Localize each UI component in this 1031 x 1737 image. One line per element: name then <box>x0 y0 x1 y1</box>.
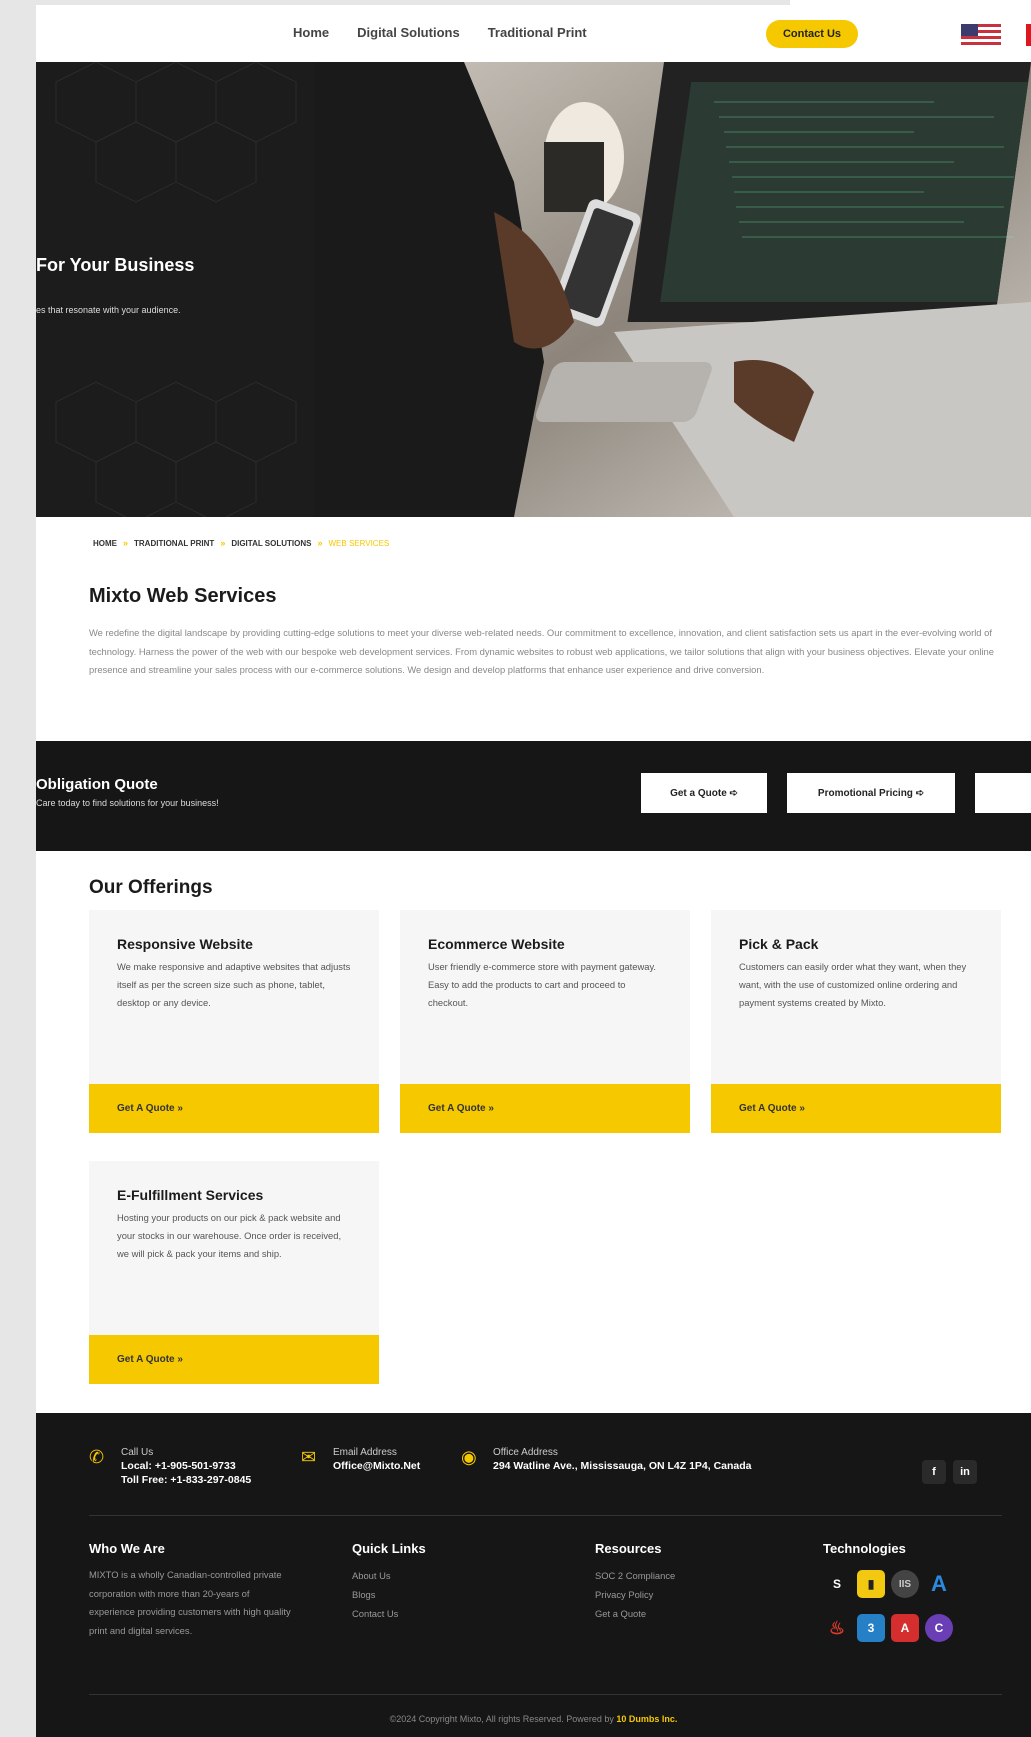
location-pin-icon: ◉ <box>461 1447 477 1467</box>
power-bi-icon: ▮ <box>857 1570 885 1598</box>
card-title: Responsive Website <box>117 936 253 952</box>
office-label: Office Address <box>493 1447 558 1458</box>
email-value[interactable]: Office@Mixto.Net <box>333 1459 420 1473</box>
card-description: User friendly e-commerce store with paym… <box>428 961 657 1009</box>
card-get-quote-button[interactable]: Get A Quote » <box>89 1084 379 1133</box>
hero-text-panel: For Your Business es that resonate with … <box>36 62 314 517</box>
footer-resources: Resources SOC 2 Compliance Privacy Polic… <box>595 1541 675 1623</box>
offering-card-ecommerce-website: Ecommerce Website User friendly e-commer… <box>400 910 690 1133</box>
footer-call: ✆ Call Us Local: +1-905-501-9733 Toll Fr… <box>89 1446 251 1487</box>
band-button-partial[interactable] <box>975 773 1031 813</box>
footer-office: ◉ Office Address 294 Watline Ave., Missi… <box>461 1446 752 1473</box>
css3-icon: 3 <box>857 1614 885 1642</box>
intro-paragraph: We redefine the digital landscape by pro… <box>89 627 994 675</box>
technologies-title: Technologies <box>823 1541 906 1556</box>
footer-divider <box>89 1694 1002 1695</box>
offering-card-responsive-website: Responsive Website We make responsive an… <box>89 910 379 1133</box>
site-footer: ✆ Call Us Local: +1-905-501-9733 Toll Fr… <box>36 1413 1031 1737</box>
angular-icon: A <box>891 1614 919 1642</box>
link-soc2-compliance[interactable]: SOC 2 Compliance <box>595 1566 675 1585</box>
link-get-a-quote[interactable]: Get a Quote <box>595 1604 675 1623</box>
link-blogs[interactable]: Blogs <box>352 1585 426 1604</box>
phone-icon: ✆ <box>89 1447 105 1467</box>
page-title: Mixto Web Services <box>89 585 277 607</box>
call-label: Call Us <box>121 1447 154 1458</box>
azure-icon: A <box>931 1571 947 1596</box>
who-we-are-text: MIXTO is a wholly Canadian-controlled pr… <box>89 1569 291 1636</box>
call-tollfree[interactable]: Toll Free: +1-833-297-0845 <box>121 1473 251 1487</box>
powered-by-link[interactable]: 10 Dumbs Inc. <box>616 1714 677 1724</box>
hero-title: For Your Business <box>36 255 195 275</box>
resources-title: Resources <box>595 1541 662 1556</box>
card-get-quote-button[interactable]: Get A Quote » <box>89 1335 379 1384</box>
get-a-quote-button[interactable]: Get a Quote ➪ <box>641 773 767 813</box>
card-title: E-Fulfillment Services <box>117 1187 264 1203</box>
breadcrumb-separator-icon: » <box>123 538 129 548</box>
copyright-text: ©2024 Copyright Mixto, All rights Reserv… <box>389 1714 614 1724</box>
footer-divider <box>89 1515 1002 1516</box>
facebook-icon[interactable]: f <box>922 1460 946 1484</box>
footer-email: ✉ Email Address Office@Mixto.Net <box>301 1446 420 1473</box>
footer-quick-links: Quick Links About Us Blogs Contact Us <box>352 1541 426 1623</box>
us-flag-icon[interactable] <box>961 24 1001 46</box>
call-local[interactable]: Local: +1-905-501-9733 <box>121 1459 251 1473</box>
hero-subtitle: es that resonate with your audience. <box>36 305 181 315</box>
nav-home[interactable]: Home <box>293 25 329 40</box>
breadcrumb-separator-icon: » <box>317 538 323 548</box>
offering-card-e-fulfillment: E-Fulfillment Services Hosting your prod… <box>89 1161 379 1384</box>
iis-icon: IIS <box>891 1570 919 1598</box>
card-get-quote-button[interactable]: Get A Quote » <box>711 1084 1001 1133</box>
site-header: Home Digital Solutions Traditional Print… <box>36 5 1031 62</box>
offering-card-pick-pack: Pick & Pack Customers can easily order w… <box>711 910 1001 1133</box>
footer-technologies: Technologies <box>823 1541 906 1566</box>
hero-photo-laptop-phone <box>314 62 1031 517</box>
breadcrumb-separator-icon: » <box>220 538 226 548</box>
jquery-icon: S <box>832 1577 841 1591</box>
who-we-are-title: Who We Are <box>89 1541 165 1556</box>
card-title: Ecommerce Website <box>428 936 565 952</box>
offerings-title: Our Offerings <box>89 877 213 898</box>
copyright: ©2024 Copyright Mixto, All rights Reserv… <box>36 1714 1031 1724</box>
quote-band-title: Obligation Quote <box>36 776 158 793</box>
breadcrumb-current: WEB SERVICES <box>328 538 390 548</box>
email-label: Email Address <box>333 1447 397 1458</box>
card-description: Hosting your products on our pick & pack… <box>117 1212 342 1260</box>
breadcrumb-home[interactable]: HOME <box>93 539 117 548</box>
quote-band: Obligation Quote Care today to find solu… <box>36 741 1031 851</box>
contact-us-button[interactable]: Contact Us <box>766 20 858 48</box>
canada-flag-icon[interactable] <box>1026 24 1031 46</box>
page: Home Digital Solutions Traditional Print… <box>36 5 1031 1737</box>
breadcrumb: HOME » TRADITIONAL PRINT » DIGITAL SOLUT… <box>93 538 389 548</box>
quote-band-subtitle: Care today to find solutions for your bu… <box>36 798 219 808</box>
link-about-us[interactable]: About Us <box>352 1566 426 1585</box>
office-value: 294 Watline Ave., Mississauga, ON L4Z 1P… <box>493 1460 752 1472</box>
quick-links-title: Quick Links <box>352 1541 426 1556</box>
nav-digital-solutions[interactable]: Digital Solutions <box>357 25 460 40</box>
linkedin-icon[interactable]: in <box>953 1460 977 1484</box>
card-description: Customers can easily order what they wan… <box>739 961 967 1009</box>
breadcrumb-traditional-print[interactable]: TRADITIONAL PRINT <box>134 539 214 548</box>
card-title: Pick & Pack <box>739 936 819 952</box>
csharp-icon: C <box>925 1614 953 1642</box>
link-contact-us[interactable]: Contact Us <box>352 1604 426 1623</box>
codeigniter-icon: ♨ <box>828 1617 846 1638</box>
card-description: We make responsive and adaptive websites… <box>117 961 351 1009</box>
promotional-pricing-button[interactable]: Promotional Pricing ➪ <box>787 773 955 813</box>
link-privacy-policy[interactable]: Privacy Policy <box>595 1585 675 1604</box>
main-nav: Home Digital Solutions Traditional Print <box>293 25 587 40</box>
breadcrumb-digital-solutions[interactable]: DIGITAL SOLUTIONS <box>231 539 311 548</box>
nav-traditional-print[interactable]: Traditional Print <box>488 25 587 40</box>
envelope-icon: ✉ <box>301 1447 317 1467</box>
hero-banner: For Your Business es that resonate with … <box>36 62 1031 517</box>
footer-who-we-are: Who We Are MIXTO is a wholly Canadian-co… <box>89 1541 294 1640</box>
card-get-quote-button[interactable]: Get A Quote » <box>400 1084 690 1133</box>
